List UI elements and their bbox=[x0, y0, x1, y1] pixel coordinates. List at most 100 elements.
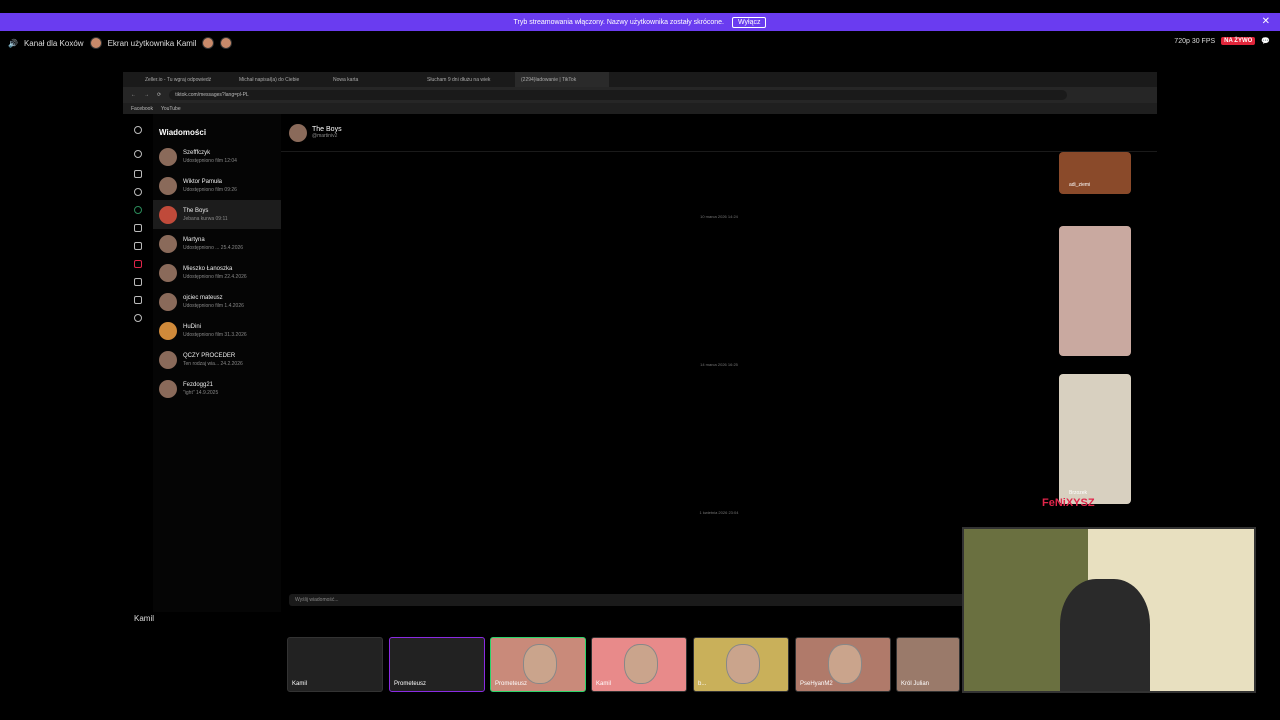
disable-streaming-button[interactable]: Wyłącz bbox=[731, 16, 767, 28]
conversation-item[interactable]: Fezdogg21 "ight" 14.9.2025 bbox=[153, 374, 281, 403]
channel-name[interactable]: Kanał dla Koxów bbox=[24, 39, 84, 48]
conv-preview: Udostępniono film 1.4.2026 bbox=[183, 302, 244, 309]
avatar bbox=[828, 644, 862, 684]
profile-icon[interactable] bbox=[134, 314, 142, 322]
avatar bbox=[159, 292, 177, 311]
conv-preview: Udostępniono film 22.4.2026 bbox=[183, 273, 247, 280]
browser-tab[interactable]: Nowa karta bbox=[327, 72, 421, 87]
conv-preview: Ten rodzaj wia... 24.2.2026 bbox=[183, 360, 243, 367]
live-icon[interactable] bbox=[134, 206, 142, 214]
avatar bbox=[159, 321, 177, 340]
avatar bbox=[159, 147, 177, 166]
explore-icon[interactable] bbox=[134, 188, 142, 196]
chat-name[interactable]: The Boys bbox=[312, 126, 342, 133]
participant-tile[interactable]: Kamil bbox=[287, 637, 383, 692]
conversation-item[interactable]: The Boys Jebana kurwa 09:11 bbox=[153, 200, 281, 229]
conv-name: The Boys bbox=[183, 207, 209, 214]
close-icon[interactable]: ✕ bbox=[1262, 16, 1270, 27]
avatar bbox=[726, 644, 760, 684]
tab-strip: Zeller.io - Tu wgraj odpowiedź Michał na… bbox=[123, 72, 1157, 87]
upload-icon[interactable] bbox=[134, 260, 142, 268]
conv-preview: "ight" 14.9.2025 bbox=[183, 389, 219, 396]
thumb-label: adi_ziemi bbox=[1069, 182, 1091, 188]
conv-name: Martyna bbox=[183, 236, 205, 243]
participant-tile[interactable]: PseHyanM2 bbox=[795, 637, 891, 692]
reload-icon[interactable]: ⟳ bbox=[157, 92, 161, 98]
video-thumbnail[interactable]: adi_ziemi bbox=[1059, 152, 1131, 194]
avatar bbox=[159, 176, 177, 195]
tile-label: Kamil bbox=[292, 681, 308, 687]
timestamp: 14 marca 2026 16:25 bbox=[700, 362, 738, 367]
stream-user-label: Kamil bbox=[134, 614, 155, 623]
live-badge: NA ŻYWO bbox=[1221, 37, 1256, 45]
back-icon[interactable]: ← bbox=[131, 92, 136, 98]
conversation-item[interactable]: Mieszko Łanoszka Udostępniono film 22.4.2… bbox=[153, 258, 281, 287]
avatar bbox=[220, 37, 233, 49]
tile-label: PseHyanM2 bbox=[800, 681, 833, 687]
tile-label: Król Julian bbox=[901, 681, 930, 687]
tile-label: Prometeusz bbox=[394, 681, 427, 687]
tile-label: Kamil bbox=[596, 681, 612, 687]
url-input[interactable]: tiktok.com/messages?lang=pl-PL bbox=[169, 90, 1067, 100]
messages-icon[interactable] bbox=[134, 278, 142, 286]
browser-tab[interactable]: (2294)ładowanie | TikTok bbox=[515, 72, 609, 87]
inbox-icon[interactable] bbox=[134, 242, 142, 250]
participant-tile[interactable]: b... bbox=[693, 637, 789, 692]
bookmark-facebook[interactable]: Facebook bbox=[131, 106, 153, 112]
bookmark-youtube[interactable]: YouTube bbox=[161, 106, 181, 112]
screen-name[interactable]: Ekran użytkownika Kamil bbox=[108, 39, 197, 48]
tile-label: b... bbox=[698, 681, 707, 687]
forward-icon[interactable]: → bbox=[144, 92, 149, 98]
thumb-label: Brzozek bbox=[1069, 490, 1088, 496]
conversation-list: Wiadomości Szefffczyk Udostępniono film 1… bbox=[153, 114, 281, 612]
avatar bbox=[159, 263, 177, 282]
browser-tab[interactable]: Zeller.io - Tu wgraj odpowiedź bbox=[139, 72, 233, 87]
webcam-overlay bbox=[962, 527, 1256, 693]
avatar bbox=[159, 234, 177, 253]
webcam-person bbox=[1060, 579, 1150, 691]
participant-tile[interactable]: Prometeusz bbox=[389, 637, 485, 692]
chat-header: The Boys @martiniv2 bbox=[281, 114, 1157, 152]
chat-icon[interactable]: 💬 bbox=[1261, 37, 1270, 45]
conv-preview: Udostępniono film 12:04 bbox=[183, 157, 237, 164]
browser-tab[interactable]: Słucham 9 dni dłużu na wiek bbox=[421, 72, 515, 87]
speaker-icon: 🔊 bbox=[8, 38, 18, 48]
conversation-item[interactable]: QCZY PROCEDER Ten rodzaj wia... 24.2.2026 bbox=[153, 345, 281, 374]
tiktok-logo-icon[interactable] bbox=[134, 126, 142, 134]
conv-preview: Jebana kurwa 09:11 bbox=[183, 215, 228, 222]
avatar bbox=[624, 644, 658, 684]
conv-preview: Udostępniono film 31.3.2026 bbox=[183, 331, 247, 338]
conv-preview: Udostępniono ... 25.4.2026 bbox=[183, 244, 244, 251]
conv-name: HuDini bbox=[183, 323, 202, 330]
address-bar: ← → ⟳ tiktok.com/messages?lang=pl-PL bbox=[123, 87, 1157, 103]
participant-tile[interactable]: Prometeusz bbox=[490, 637, 586, 692]
participant-tile[interactable]: Król Julian bbox=[896, 637, 960, 692]
avatar bbox=[523, 644, 557, 684]
avatar bbox=[159, 350, 177, 369]
video-thumbnail[interactable]: Brzozek bbox=[1059, 374, 1131, 504]
conversation-item[interactable]: Szefffczyk Udostępniono film 12:04 bbox=[153, 142, 281, 171]
tiktok-rail bbox=[123, 114, 153, 612]
activity-icon[interactable] bbox=[134, 296, 142, 304]
conversation-item[interactable]: Martyna Udostępniono ... 25.4.2026 bbox=[153, 229, 281, 258]
conversation-item[interactable]: HuDini Udostępniono film 31.3.2026 bbox=[153, 316, 281, 345]
banner-text: Tryb streamowania włączony. Nazwy użytko… bbox=[513, 18, 724, 26]
message-input[interactable]: Wyślij wiadomość... bbox=[289, 594, 969, 606]
chat-handle: @martiniv2 bbox=[312, 133, 338, 139]
browser-tab[interactable]: Michał napisał(a) do Ciebie bbox=[233, 72, 327, 87]
conv-name: QCZY PROCEDER bbox=[183, 352, 236, 359]
video-thumbnail[interactable] bbox=[1059, 226, 1131, 356]
conversation-item[interactable]: ojciec mateusz Udostępniono film 1.4.2026 bbox=[153, 287, 281, 316]
timestamp: 1 kwietnia 2026 23:04 bbox=[699, 510, 739, 515]
conv-name: Mieszko Łanoszka bbox=[183, 265, 233, 272]
participant-tile[interactable]: Kamil bbox=[591, 637, 687, 692]
conversation-item[interactable]: Wiktor Pamuła Udostępniono film 09:26 bbox=[153, 171, 281, 200]
tile-label: Prometeusz bbox=[495, 681, 528, 687]
avatar bbox=[159, 205, 177, 224]
overlay-tag: FeNiXYSZ bbox=[1042, 497, 1095, 509]
home-icon[interactable] bbox=[134, 170, 142, 178]
timestamp: 10 marca 2026 14:24 bbox=[700, 214, 738, 219]
friends-icon[interactable] bbox=[134, 224, 142, 232]
conv-name: Wiktor Pamuła bbox=[183, 178, 223, 185]
search-icon[interactable] bbox=[134, 150, 142, 158]
